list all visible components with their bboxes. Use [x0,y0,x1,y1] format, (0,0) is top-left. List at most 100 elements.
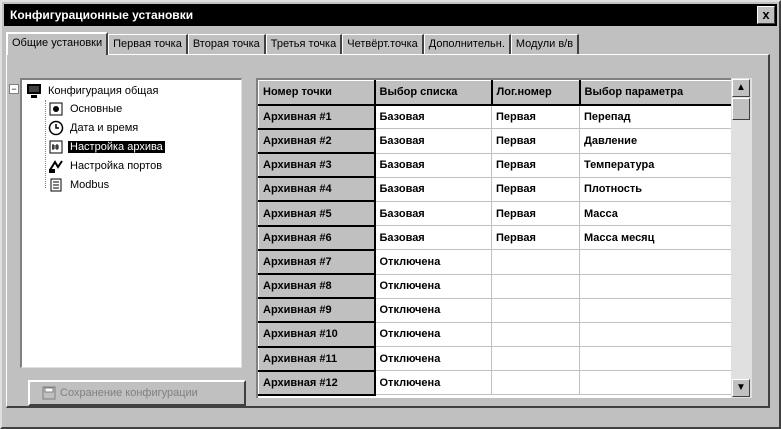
table-cell[interactable]: Базовая [374,225,492,251]
table-row: Архивная #6 Базовая Первая Масса месяц [258,225,734,251]
tab-io-modules[interactable]: Модули в/в [510,34,580,54]
table-row: Архивная #12 Отключена [258,370,734,396]
row-header-cell[interactable]: Архивная #2 [258,128,376,155]
row-header-cell[interactable]: Архивная #1 [258,104,376,130]
tree-collapse-button[interactable]: − [9,84,19,94]
row-header-cell[interactable]: Архивная #5 [258,200,376,227]
table-row: Архивная #8 Отключена [258,273,734,300]
table-row: Архивная #9 Отключена [258,297,734,324]
table-cell[interactable] [491,370,580,396]
table-cell[interactable]: Первая [491,104,580,130]
table-cell[interactable]: Базовая [374,153,492,178]
title-bar: Конфигурационные установки x [4,4,777,26]
tree-item-datetime[interactable]: Дата и время [48,119,140,137]
tab-point-4[interactable]: Четвёрт.точка [342,34,424,54]
table-row: Архивная #3 Базовая Первая Температура [258,152,734,179]
table-cell[interactable]: Отключена [374,322,492,348]
tab-bar: Общие установки Первая точка Вторая точк… [6,32,580,55]
row-header-cell[interactable]: Архивная #4 [258,176,376,203]
tree-item-modbus[interactable]: Modbus [48,176,111,194]
table-cell[interactable] [579,322,734,348]
scroll-thumb[interactable] [732,98,750,120]
table-row: Архивная #1 Базовая Первая Перепад [258,104,734,130]
table-cell[interactable]: Температура [579,153,734,178]
table-cell[interactable]: Отключена [374,370,492,396]
table-cell[interactable]: Базовая [374,177,492,202]
tab-point-3[interactable]: Третья точка [265,34,343,54]
table-cell[interactable]: Базовая [374,201,492,227]
table-cell[interactable] [579,346,734,372]
tab-general[interactable]: Общие установки [6,32,109,55]
tree-item-ports[interactable]: Настройка портов [48,157,164,175]
arrow-down-icon[interactable]: ▼ [732,379,750,397]
table-cell[interactable]: Отключена [374,298,492,323]
row-header-cell[interactable]: Архивная #7 [258,249,376,276]
tab-additional[interactable]: Дополнительн. [423,34,511,54]
tree-item-label: Дата и время [70,122,139,135]
table-row: Архивная #11 Отключена [258,346,734,372]
table-row: Архивная #10 Отключена [258,321,734,348]
table-cell[interactable] [579,274,734,299]
arrow-up-icon[interactable]: ▲ [732,79,750,97]
row-header-cell[interactable]: Архивная #9 [258,297,376,324]
table-cell[interactable]: Масса месяц [579,225,734,251]
table-cell[interactable]: Отключена [374,249,492,275]
row-header-cell[interactable]: Архивная #10 [258,321,376,348]
table-row: Архивная #7 Отключена [258,249,734,276]
tree-item-archive[interactable]: Настройка архива [48,138,165,156]
table-cell[interactable]: Плотность [579,177,734,202]
save-config-button[interactable]: Сохранение конфигурации [28,380,246,406]
row-header-cell[interactable]: Архивная #3 [258,152,376,179]
table-cell[interactable] [579,298,734,323]
tab-point-2[interactable]: Вторая точка [187,34,266,54]
table-cell[interactable]: Первая [491,153,580,178]
row-header-cell[interactable]: Архивная #6 [258,225,376,251]
table-cell[interactable] [491,346,580,372]
close-button[interactable]: x [757,6,775,24]
table-header-row: Номер точки Выбор списка Лог.номер Выбор… [258,80,735,106]
table-cell[interactable] [579,249,734,275]
modbus-icon [48,177,64,193]
grid-scrollbar[interactable]: ▲ ▼ [731,78,752,398]
table-cell[interactable] [491,298,580,323]
table-row: Архивная #2 Базовая Первая Давление [258,128,734,155]
tree-connector [45,100,46,188]
table-cell[interactable] [579,370,734,396]
column-header[interactable]: Выбор списка [374,80,493,106]
archive-grid: Номер точки Выбор списка Лог.номер Выбор… [256,78,752,398]
table-cell[interactable]: Первая [491,225,580,251]
table-cell[interactable]: Перепад [579,104,734,130]
table-cell[interactable]: Первая [491,201,580,227]
tree-item-label: Основные [70,103,123,116]
tree-item-root[interactable]: Конфигурация общая [26,82,160,100]
table-cell[interactable]: Базовая [374,128,492,154]
table-cell[interactable] [491,274,580,299]
column-header[interactable]: Лог.номер [491,80,581,106]
row-header-cell[interactable]: Архивная #8 [258,273,376,300]
archive-icon [48,139,64,155]
row-header-cell[interactable]: Архивная #11 [258,346,376,372]
table-cell[interactable]: Базовая [374,104,492,130]
table-cell[interactable]: Отключена [374,274,492,299]
column-header[interactable]: Номер точки [258,80,376,106]
tree-item-label: Настройка портов [70,160,163,173]
row-header-cell[interactable]: Архивная #12 [258,370,376,396]
ports-icon [48,158,64,174]
table-cell[interactable] [491,249,580,275]
table-cell[interactable]: Давление [579,128,734,154]
computer-icon [26,83,42,99]
table-cell[interactable]: Первая [491,177,580,202]
settings-icon [48,101,64,117]
tab-point-1[interactable]: Первая точка [108,34,188,54]
table-cell[interactable]: Масса [579,201,734,227]
table-cell[interactable]: Отключена [374,346,492,372]
tree-item-main[interactable]: Основные [48,100,124,118]
table-cell[interactable]: Первая [491,128,580,154]
clock-icon [48,120,64,136]
table-row: Архивная #5 Базовая Первая Масса [258,200,734,227]
tree-item-label: Настройка архива [68,141,165,154]
save-icon [42,386,56,400]
table-cell[interactable] [491,322,580,348]
table-row: Архивная #4 Базовая Первая Плотность [258,176,734,203]
column-header[interactable]: Выбор параметра [579,80,735,106]
